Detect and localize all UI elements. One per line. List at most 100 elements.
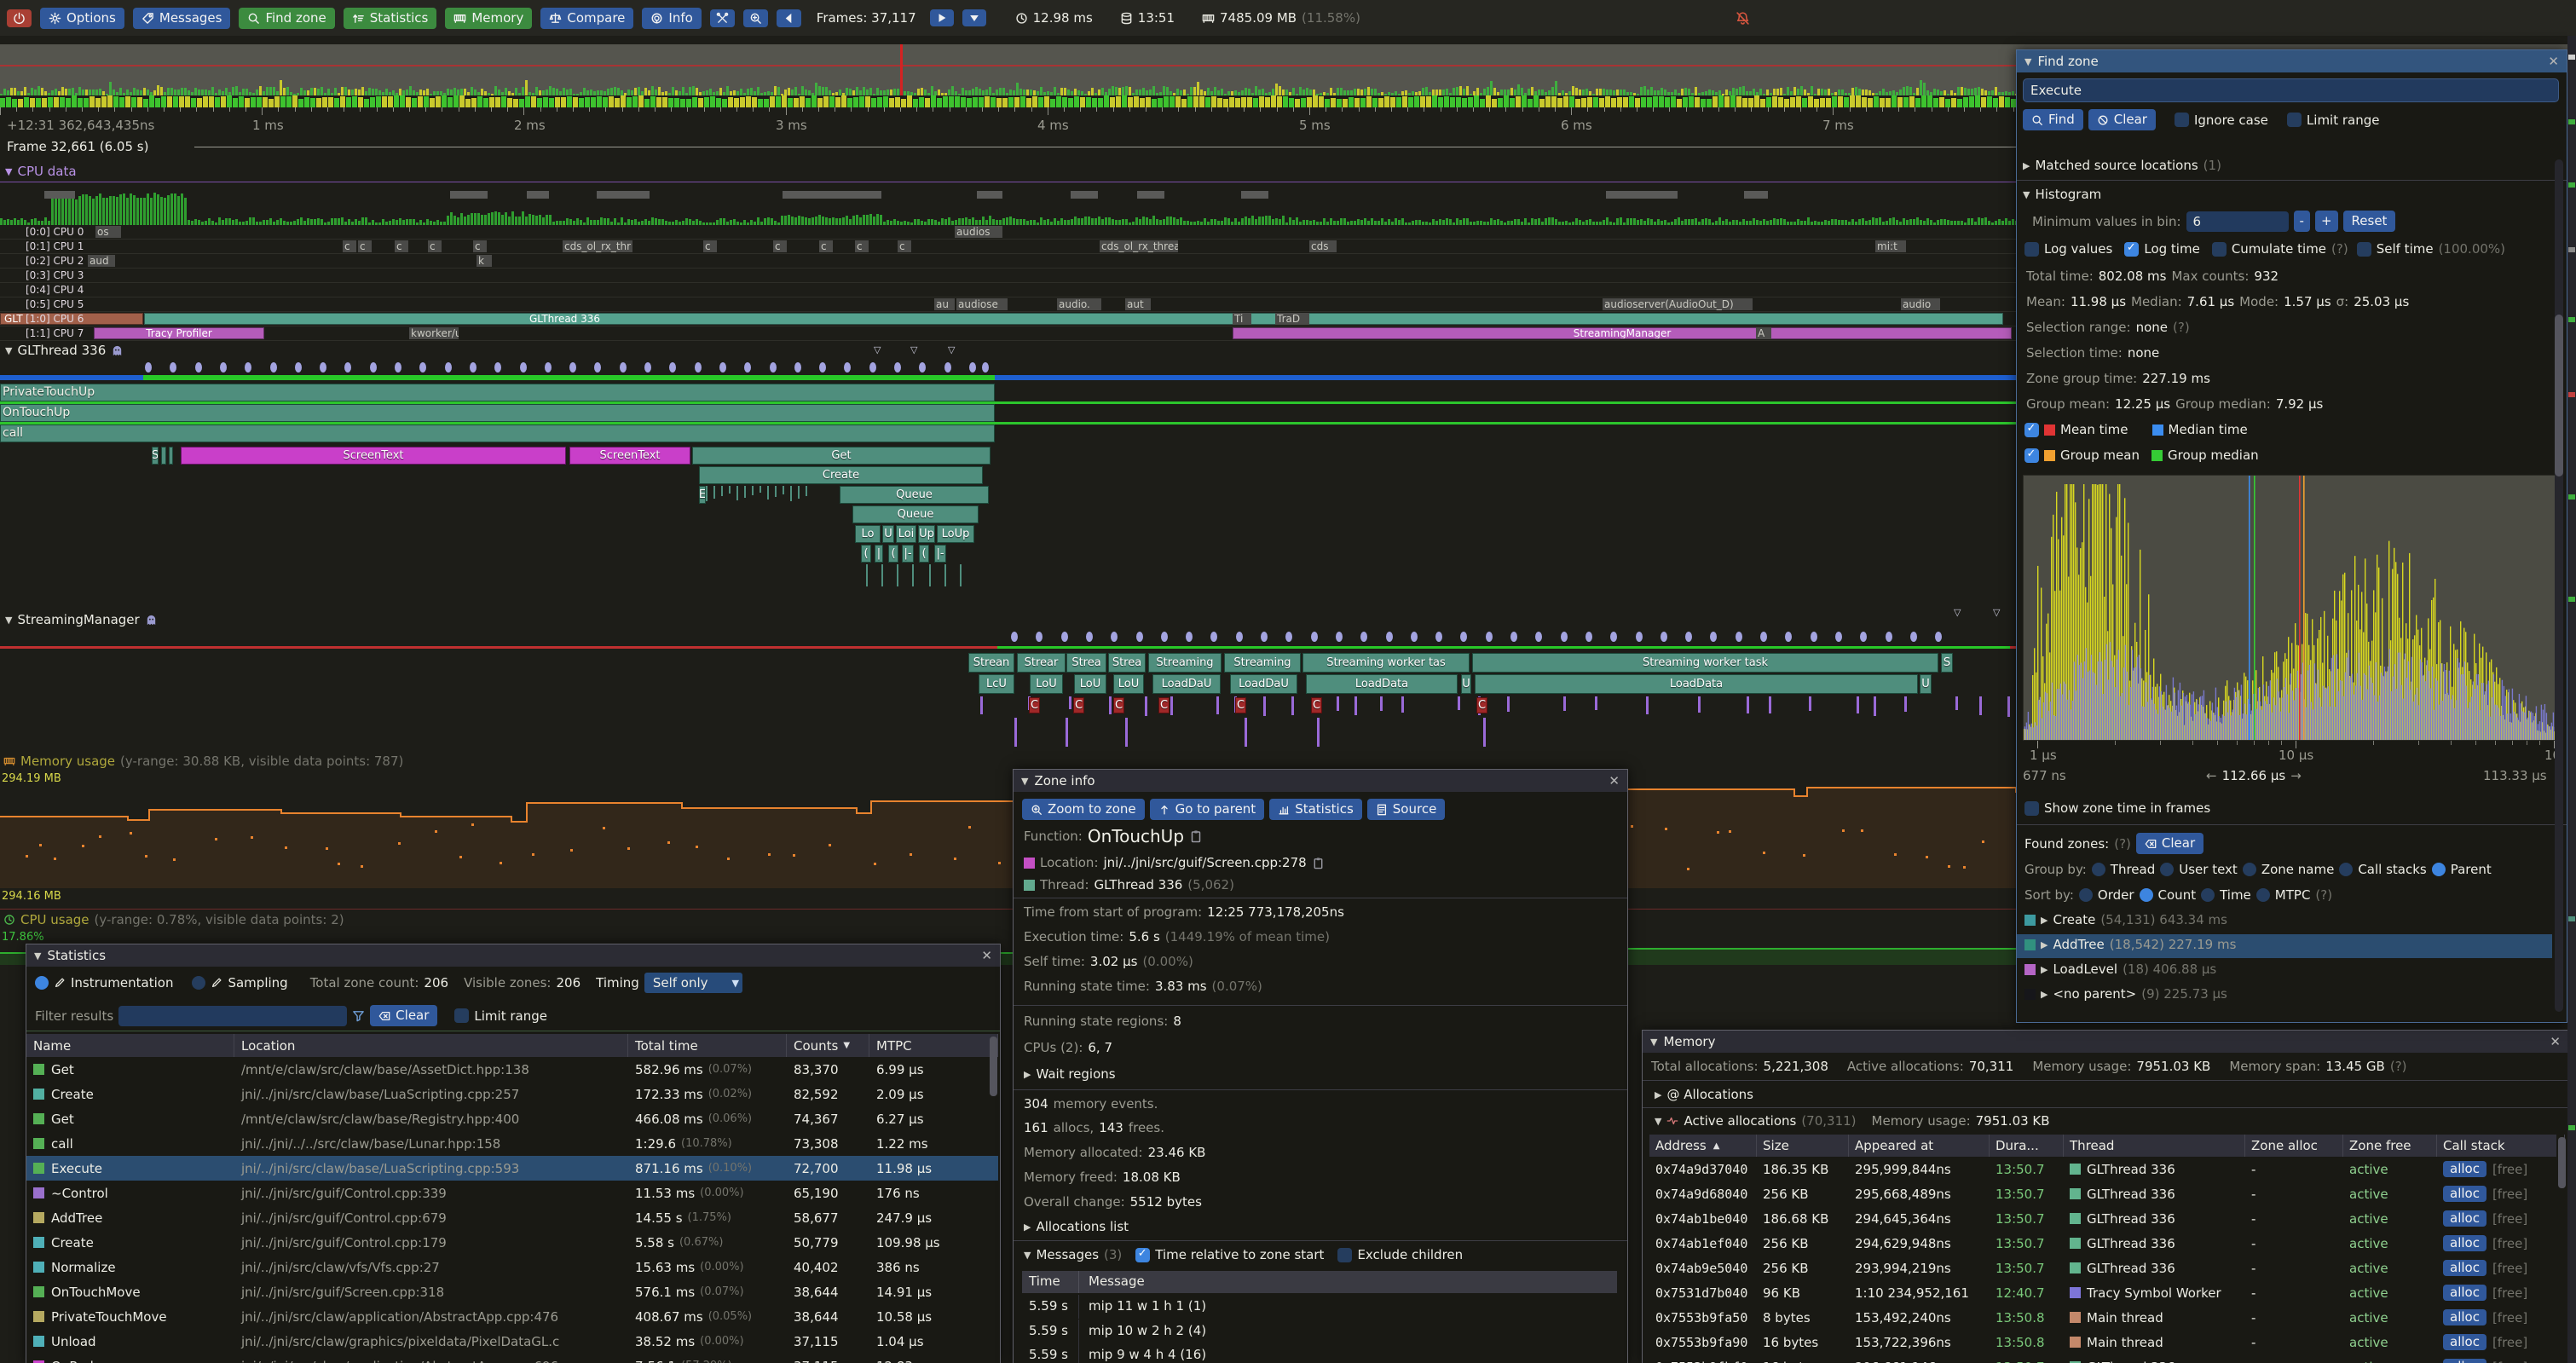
table-row[interactable]: ~Controljni/../jni/src/guif/Control.cpp:… <box>26 1181 998 1205</box>
table-row[interactable]: PrivateTouchMovejni/../jni/src/claw/appl… <box>26 1304 998 1329</box>
column-header-mtpc[interactable]: MTPC <box>869 1034 998 1057</box>
table-row[interactable]: OnTouchMovejni/../jni/src/guif/Screen.cp… <box>26 1279 998 1304</box>
limit-range-checkbox[interactable] <box>454 1008 469 1023</box>
find-zone-histogram[interactable] <box>2023 475 2560 741</box>
zone-bar[interactable]: Queue <box>852 505 979 523</box>
zone-bar-loaddata[interactable]: LoU <box>1074 674 1106 694</box>
table-row[interactable]: Createjni/../jni/src/guif/Control.cpp:17… <box>26 1230 998 1255</box>
table-row[interactable]: Normalizejni/../jni/src/claw/vfs/Vfs.cpp… <box>26 1255 998 1279</box>
sort-by-mtpc[interactable] <box>2256 888 2270 902</box>
button-statistics[interactable]: Statistics <box>1269 799 1362 820</box>
table-row[interactable]: Unloadjni/../jni/src/claw/graphics/pixel… <box>26 1329 998 1354</box>
sort-by-time[interactable] <box>2201 888 2215 902</box>
alloc-button[interactable]: alloc <box>2443 1309 2486 1325</box>
thread-header-streamingmanager[interactable]: ▼StreamingManager <box>5 612 158 627</box>
close-icon[interactable]: ✕ <box>2548 54 2559 69</box>
clear-button[interactable]: Clear <box>370 1005 437 1026</box>
toolbar-button-compare[interactable]: Compare <box>540 8 633 29</box>
message-row[interactable]: 5.59 smip 9 w 4 h 4 (16) <box>1022 1343 1617 1363</box>
zone-bar[interactable]: Loi <box>896 525 916 543</box>
sampling-radio[interactable] <box>192 976 205 990</box>
zone-bar-loaddata[interactable]: LoU <box>1030 674 1063 694</box>
zone-bar[interactable]: ( <box>888 545 898 563</box>
toolbar-button-statistics[interactable]: Statistics <box>344 8 437 29</box>
cpu-thread-bar[interactable]: GLThread 336 <box>144 313 2003 325</box>
zone-bar-loaddata[interactable]: LcU <box>979 674 1014 694</box>
found-clear-button[interactable]: Clear <box>2136 833 2203 854</box>
toolbar-button-power[interactable] <box>7 9 32 27</box>
zone-bar[interactable]: U <box>882 525 894 543</box>
zone-bar-c[interactable]: C <box>1113 697 1124 713</box>
messages-row[interactable]: ▼Messages(3)Time relative to zone startE… <box>1024 1247 1463 1262</box>
filter-input[interactable] <box>118 1006 347 1026</box>
button-zoom-to-zone[interactable]: Zoom to zone <box>1022 799 1145 820</box>
thread-header-glthread[interactable]: ▼GLThread 336 <box>5 343 124 358</box>
frame-down-button[interactable] <box>962 9 986 26</box>
table-row[interactable]: 0x74a9d37040186.35 KB295,999,844ns13:50.… <box>1649 1157 2556 1181</box>
zone-bar[interactable]: Lo <box>855 525 881 543</box>
zone-bar[interactable]: ScreenText <box>569 447 690 465</box>
toolbar-button-find-zone[interactable]: Find zone <box>239 8 334 29</box>
group-by-call-stacks[interactable] <box>2339 863 2353 876</box>
table-row[interactable]: 0x74ab9e5040256 KB293,994,219ns13:50.7GL… <box>1649 1256 2556 1280</box>
column-header-dura---[interactable]: Dura... <box>1990 1135 2064 1157</box>
toolbar-button-info[interactable]: Info <box>642 8 701 29</box>
found-zone-row[interactable]: ▶<no parent>(9) 225.73 µs <box>2017 984 2552 1008</box>
zone-bar-c[interactable]: C <box>1235 697 1246 713</box>
zone-bar[interactable]: ( <box>919 545 929 563</box>
toolbar-button-tools[interactable] <box>710 9 735 27</box>
timing-dropdown[interactable]: Self only▼ <box>644 973 742 993</box>
allocations-section-row[interactable]: ▶@ Allocations <box>1655 1087 1753 1102</box>
table-row[interactable]: 0x7531d7b04096 KB1:10 234,952,16112:40.7… <box>1649 1280 2556 1305</box>
zone-bar[interactable]: |- <box>934 545 946 563</box>
reset-button[interactable]: Reset <box>2343 211 2396 232</box>
cpu-data-header[interactable]: ▼CPU data <box>5 164 77 179</box>
alloc-button[interactable]: alloc <box>2443 1235 2486 1251</box>
zone-bar-loaddata[interactable]: LoU <box>1113 674 1144 694</box>
find-zone-titlebar[interactable]: ▼Find zone✕ <box>2017 50 2567 72</box>
toolbar-button-messages[interactable]: Messages <box>133 8 231 29</box>
toolbar-button-go-back[interactable] <box>777 9 801 27</box>
zone-bar-loaddata[interactable]: LoadDaU <box>1152 674 1221 694</box>
column-header-total-time[interactable]: Total time <box>628 1034 787 1057</box>
main-scrollbar[interactable] <box>2567 36 2576 1363</box>
zone-bar[interactable]: ( <box>861 545 871 563</box>
column-header-name[interactable]: Name <box>26 1034 234 1057</box>
group-mean-checkbox[interactable] <box>2024 448 2039 463</box>
min-bin-input[interactable]: 6 <box>2186 211 2289 232</box>
column-header-size[interactable]: Size <box>1757 1135 1849 1157</box>
search-input[interactable]: Execute <box>2023 78 2559 102</box>
zone-bar-streaming-task[interactable]: Strea <box>1108 653 1146 673</box>
zone-bar-call[interactable]: call <box>0 424 995 442</box>
statistics-scrollbar[interactable] <box>990 1037 997 1096</box>
sort-by-order[interactable] <box>2079 888 2093 902</box>
alloc-button[interactable]: alloc <box>2443 1260 2486 1276</box>
zone-bar-loaddata[interactable]: U <box>1461 674 1471 694</box>
zone-bar[interactable]: |- <box>902 545 914 563</box>
exclude-children-checkbox[interactable] <box>1337 1248 1352 1262</box>
cpu-thread-bar[interactable]: Tracy Profiler <box>94 327 264 339</box>
toolbar-button-options[interactable]: Options <box>40 8 124 29</box>
table-row[interactable]: OnRedrawjni/../jni/src/claw/application/… <box>26 1354 998 1363</box>
zone-bar-streaming-task[interactable]: Strear <box>1017 653 1066 673</box>
column-header-appeared-at[interactable]: Appeared at <box>1849 1135 1990 1157</box>
table-row[interactable]: 0x7553b9fa9016 bytes153,722,396ns13:50.8… <box>1649 1330 2556 1354</box>
time-relative-checkbox[interactable] <box>1135 1248 1150 1262</box>
zone-bar[interactable]: Queue <box>840 486 989 504</box>
alloc-button[interactable]: alloc <box>2443 1334 2486 1350</box>
memory-scrollbar[interactable] <box>2558 1137 2566 1188</box>
message-row[interactable]: 5.59 smip 10 w 2 h 2 (4) <box>1022 1320 1617 1343</box>
allocations-list-row[interactable]: ▶Allocations list <box>1024 1219 1129 1234</box>
zone-bar[interactable]: E <box>699 486 706 504</box>
message-row[interactable]: 5.59 smip 11 w 1 h 1 (1) <box>1022 1295 1617 1319</box>
histogram-row[interactable]: ▼Histogram <box>2023 187 2101 202</box>
found-zone-row[interactable]: ▶Create(54,131) 643.34 ms <box>2017 910 2552 933</box>
zone-bar-streaming-task[interactable]: Streaming worker task <box>1472 653 1938 673</box>
zone-bar-streaming-task[interactable]: Strea <box>1066 653 1106 673</box>
zone-bar-c[interactable]: C <box>1073 697 1084 713</box>
self-time-checkbox[interactable] <box>2357 242 2371 257</box>
alloc-button[interactable]: alloc <box>2443 1359 2486 1363</box>
sort-by-count[interactable] <box>2140 888 2153 902</box>
log-time-checkbox[interactable] <box>2124 242 2139 257</box>
column-header-counts[interactable]: Counts▼ <box>787 1034 869 1057</box>
